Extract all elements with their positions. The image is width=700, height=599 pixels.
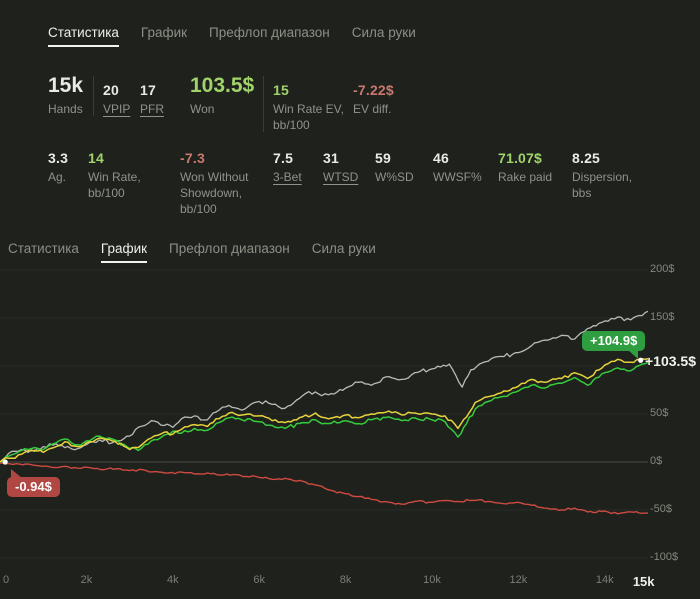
x-tick-label: 6k [253,574,265,586]
x-tick-label: 12k [509,574,528,586]
stat-pfr: 17 PFR [140,72,164,117]
stat-value: 46 [433,150,449,166]
stat-value: 8.25 [572,150,601,166]
winnings-chart: 200$ 150$ 50$ 0$ -50$ -100$ 0 2k 4k 6k 8k 10k 12k 14… [0,263,700,599]
stat-label: Dispersion, bbs [572,170,633,200]
stat-value: 14 [88,150,104,166]
stat-win-rate: 14 Win Rate, bb/100 [88,150,141,201]
stat-value: -7.3 [180,150,205,166]
stat-value: 17 [140,82,156,98]
x-tick-label: 4k [166,574,179,586]
stat-label[interactable]: 3-Bet [273,169,302,185]
stat-wsd: 59 W%SD [375,150,414,185]
x-tick-label: 2k [80,574,93,586]
stat-label: WWSF% [433,170,482,184]
stat-wwsf: 46 WWSF% [433,150,482,185]
stats-row-1: 15k Hands 20 VPIP 17 PFR 103.5$ Won 15 Win Rate E… [0,72,700,142]
end-point-dot [638,357,644,363]
tab-graph[interactable]: График [141,25,187,47]
stat-label: Ag. [48,170,67,184]
stat-value: 7.5 [273,150,294,166]
tab-hand-strength[interactable]: Сила руки [352,25,416,47]
stat-value: 103.5$ [190,74,255,97]
tab-hand-strength[interactable]: Сила руки [312,241,376,263]
y-tick-label: 0$ [650,455,663,467]
stat-win-rate-ev: 15 Win Rate EV, bb/100 [273,72,344,133]
stat-value: 31 [323,150,339,166]
ev-value-badge: +104.9$ [582,331,646,359]
current-winnings-label: +103.5$ [645,353,696,369]
start-value-badge: -0.94$ [7,469,60,497]
tab-preflop-range[interactable]: Префлоп диапазон [169,241,290,263]
stat-dispersion: 8.25 Dispersion, bbs [572,150,632,201]
stats-row-2: 3.3 Ag. 14 Win Rate, bb/100 -7.3 Won Without … [0,150,700,230]
y-tick-label: -100$ [650,551,679,563]
stat-label[interactable]: VPIP [103,101,130,117]
stat-value: 15k [48,74,84,97]
stat-divider [263,76,264,132]
stat-value: -7.22$ [353,82,394,98]
tab-graph[interactable]: График [100,241,148,263]
stat-value: 15 [273,82,289,98]
stat-label: Won [190,102,215,116]
tab-preflop-range[interactable]: Префлоп диапазон [209,25,330,47]
stat-label: Won Without Showdown, bb/100 [180,170,249,216]
stat-3bet: 7.5 3-Bet [273,150,302,185]
stat-value: 20 [103,82,119,98]
stat-wtsd: 31 WTSD [323,150,358,185]
x-tick-label: 0 [3,574,10,586]
y-tick-label: 150$ [650,311,675,323]
tab-statistics[interactable]: Статистика [48,25,119,47]
stat-label: EV diff. [353,102,392,116]
stat-rake-paid: 71.07$ Rake paid [498,150,552,185]
stat-won: 103.5$ Won [190,72,254,117]
stat-label[interactable]: WTSD [323,169,358,185]
stats-tabbar: Статистика График Префлоп диапазон Сила рук… [48,25,416,47]
y-tick-label: 200$ [650,263,675,275]
y-tick-label: -50$ [650,503,673,515]
y-tick-label: 50$ [650,407,669,419]
x-tick-label: 14k [595,574,614,586]
stat-value: 3.3 [48,150,69,166]
x-tick-label: 8k [339,574,352,586]
stat-value: 71.07$ [498,150,543,166]
stat-label: W%SD [375,170,414,184]
x-tick-label: 10k [423,574,441,586]
stat-won-without-showdown: -7.3 Won Without Showdown, bb/100 [180,150,248,217]
stat-label: Win Rate, bb/100 [88,170,141,200]
x-tick-current: 15k [632,574,655,589]
tab-statistics[interactable]: Статистика [8,241,79,263]
start-point-dot [2,459,8,465]
poker-tracker-window: Статистика График Префлоп диапазон Сила рук… [0,0,700,599]
winnings-chart-plot[interactable] [0,266,700,599]
series-winnings [0,361,649,463]
stat-hands: 15k Hands [48,72,83,117]
stat-value: 59 [375,150,391,166]
stat-label: Hands [48,102,83,116]
stat-vpip: 20 VPIP [103,72,130,117]
stat-ev-diff: -7.22$ EV diff. [353,72,394,117]
stat-divider [93,76,94,116]
stat-label[interactable]: PFR [140,101,164,117]
chart-tabbar: Статистика График Префлоп диапазон Сила рук… [8,241,376,263]
stat-label: Rake paid [498,170,553,184]
stat-label: Win Rate EV, bb/100 [273,102,344,132]
stat-aggression: 3.3 Ag. [48,150,68,185]
series-won-without-showdown [0,462,649,515]
series-ev-winnings [0,358,649,463]
